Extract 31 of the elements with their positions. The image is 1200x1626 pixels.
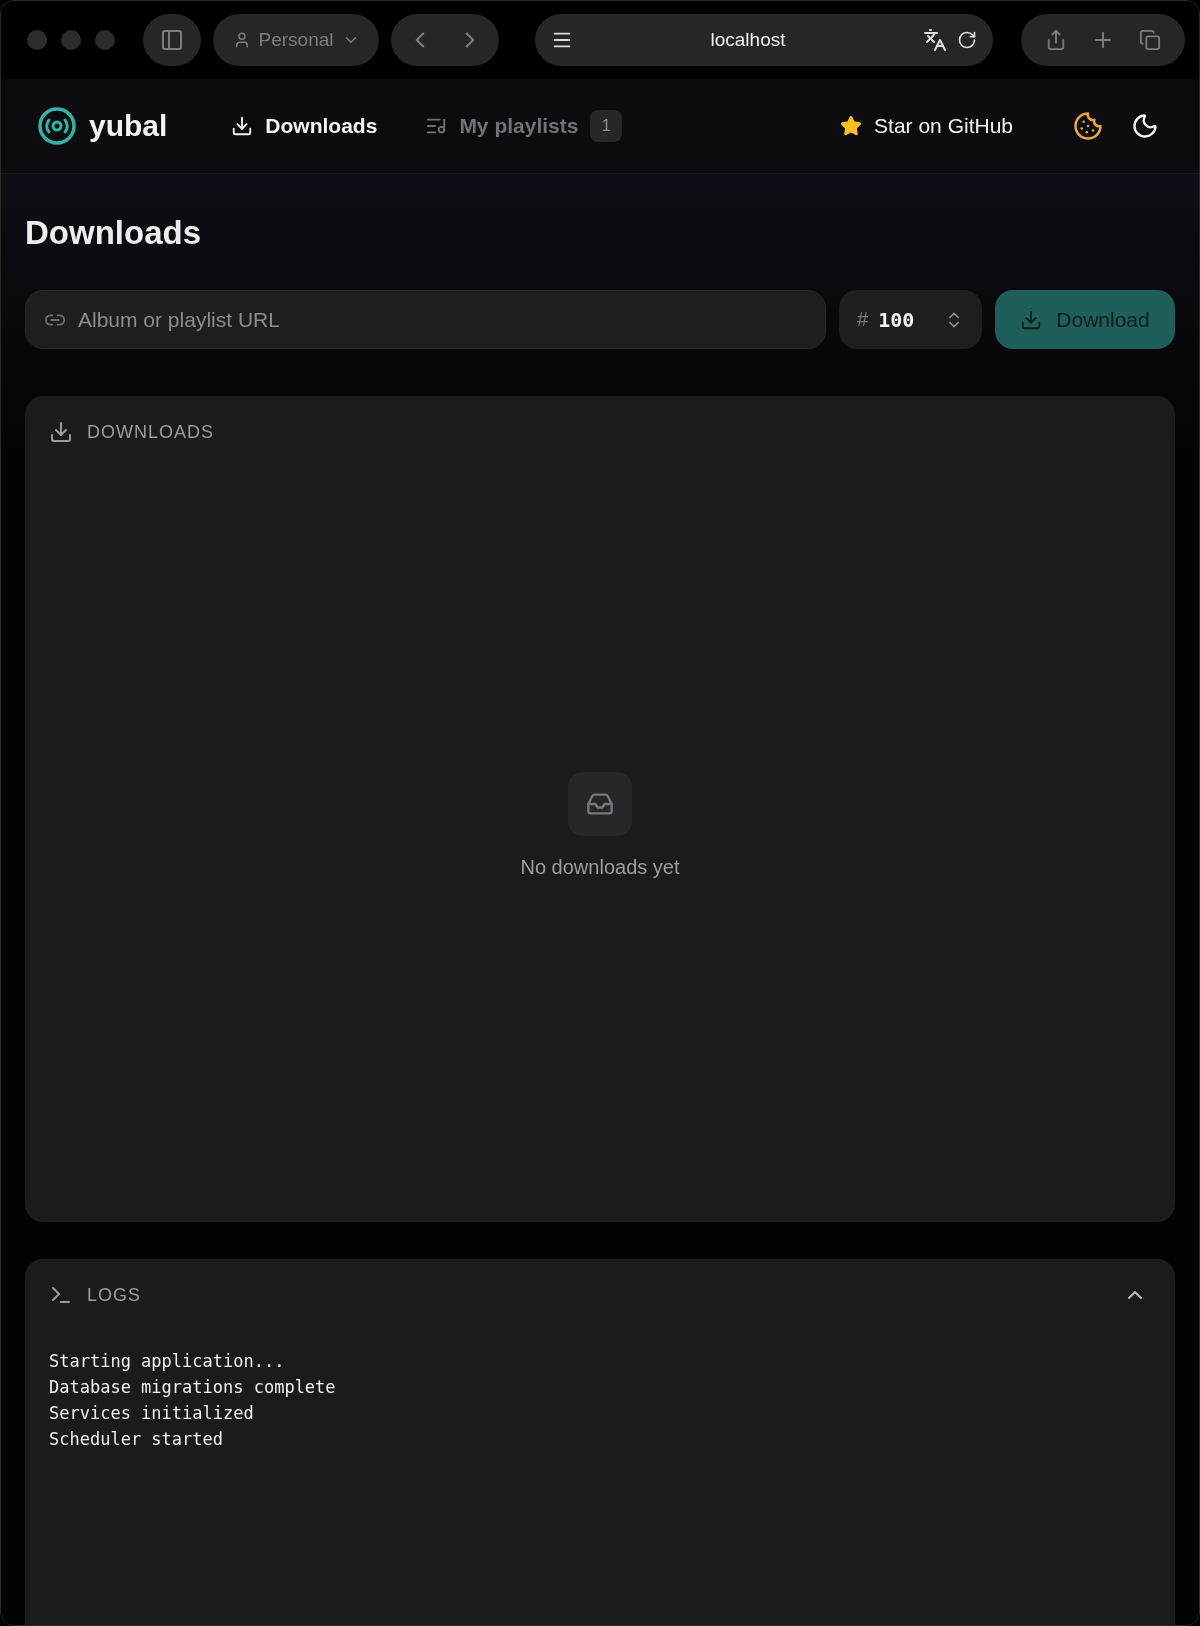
tabs-icon[interactable] xyxy=(1139,29,1161,51)
download-icon xyxy=(49,420,73,444)
url-input[interactable]: Album or playlist URL xyxy=(76,306,807,333)
empty-message: No downloads yet xyxy=(520,855,680,879)
share-icon[interactable] xyxy=(1045,29,1067,51)
log-line: Scheduler started xyxy=(49,1429,224,1449)
brand-name: yubal xyxy=(89,109,168,143)
url-field[interactable]: Album or playlist URL xyxy=(25,290,826,349)
count-badge: 1 xyxy=(590,110,622,142)
sidebar-button[interactable] xyxy=(143,14,201,66)
download-icon xyxy=(1020,308,1043,331)
log-line: Services initialized xyxy=(49,1403,255,1423)
panel-title: DOWNLOADS xyxy=(87,421,215,443)
address-bar[interactable]: localhost xyxy=(535,14,993,66)
log-line: Starting application... xyxy=(49,1351,286,1371)
count-field[interactable]: # 100 xyxy=(839,290,982,349)
reload-icon[interactable] xyxy=(957,30,977,50)
profile-button[interactable]: Personal xyxy=(213,14,379,66)
log-line: Database migrations complete xyxy=(49,1377,337,1397)
nav-link[interactable]: My playlists 1 xyxy=(425,110,622,142)
page-title: Downloads xyxy=(25,214,202,252)
panel-title: LOGS xyxy=(87,1284,143,1306)
star-icon xyxy=(840,115,863,137)
github-link[interactable]: Star on GitHub xyxy=(840,114,1013,138)
inbox-icon xyxy=(568,771,632,836)
nav-link[interactable]: Downloads xyxy=(231,114,378,138)
address-text: localhost xyxy=(709,29,787,51)
sidebar-icon xyxy=(160,28,184,52)
download-icon xyxy=(231,115,254,137)
logo-icon xyxy=(37,106,77,146)
translate-icon[interactable] xyxy=(923,28,947,52)
